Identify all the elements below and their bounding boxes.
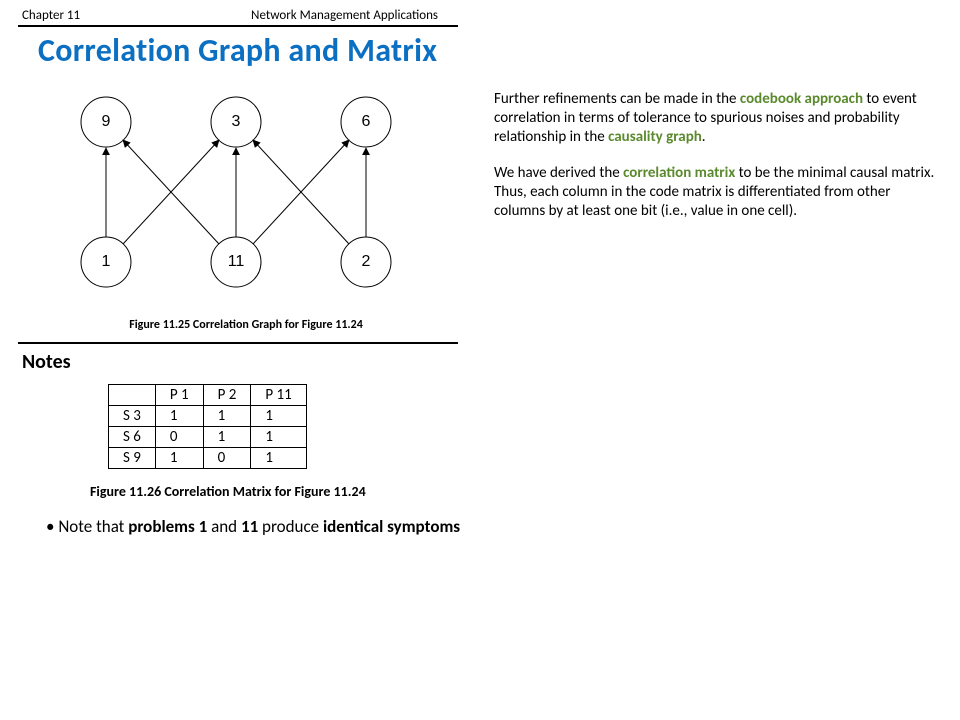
table-row: S 3 1 1 1	[109, 406, 307, 427]
svg-text:2: 2	[362, 253, 371, 270]
topic-label: Network Management Applications	[251, 8, 438, 23]
kw-causality-graph: causality graph	[608, 128, 702, 146]
svg-text:6: 6	[362, 113, 371, 130]
svg-text:9: 9	[102, 113, 111, 130]
graph-node-11: 11	[211, 237, 261, 287]
paragraph-2: We have derived the correlation matrix t…	[494, 164, 936, 220]
kw-correlation-matrix: correlation matrix	[623, 164, 735, 182]
graph-node-1: 1	[81, 237, 131, 287]
paragraph-1: Further refinements can be made in the c…	[494, 90, 936, 146]
svg-text:3: 3	[232, 113, 241, 130]
col-header: P 2	[203, 385, 251, 406]
table-row: S 9 1 0 1	[109, 448, 307, 469]
col-header: P 1	[155, 385, 203, 406]
graph-node-2: 2	[341, 237, 391, 287]
slide-title: Correlation Graph and Matrix	[38, 31, 942, 70]
explanation-text: Further refinements can be made in the c…	[466, 82, 942, 239]
svg-text:11: 11	[228, 253, 245, 270]
chapter-label: Chapter 11	[22, 8, 80, 23]
col-header: P 11	[251, 385, 306, 406]
graph-caption: Figure 11.25 Correlation Graph for Figur…	[26, 318, 466, 332]
graph-node-6: 6	[341, 97, 391, 147]
notes-rule	[18, 342, 458, 344]
graph-node-3: 3	[211, 97, 261, 147]
note-bullet: • Note that problems 1 and 11 produce id…	[46, 516, 518, 537]
graph-node-9: 9	[81, 97, 131, 147]
notes-heading: Notes	[22, 350, 942, 374]
correlation-matrix-table: P 1 P 2 P 11 S 3 1 1 1 S 6 0 1 1 S 9 1 0…	[108, 384, 307, 469]
header-rule	[18, 25, 458, 27]
correlation-graph-figure: 9 3 6 1 11	[26, 82, 466, 332]
matrix-caption: Figure 11.26 Correlation Matrix for Figu…	[90, 483, 942, 500]
svg-text:1: 1	[102, 253, 111, 270]
kw-codebook-approach: codebook approach	[740, 90, 863, 108]
table-row: S 6 0 1 1	[109, 427, 307, 448]
